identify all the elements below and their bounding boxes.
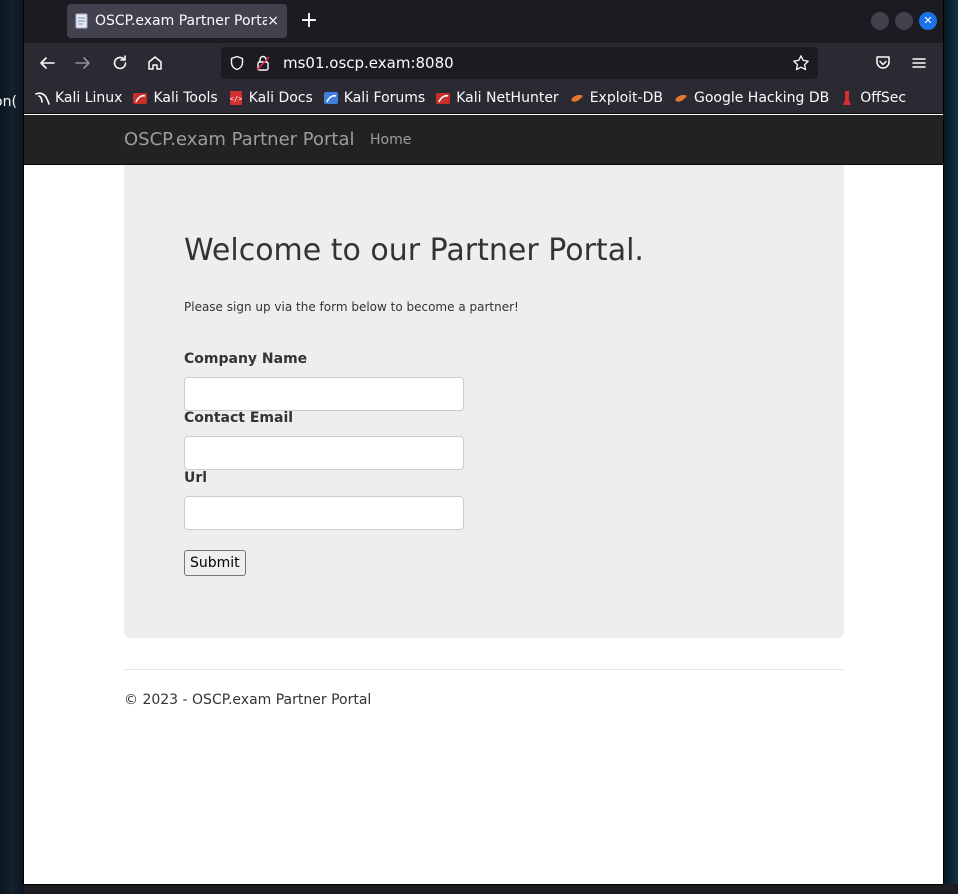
bookmark-label: Kali NetHunter	[456, 90, 559, 106]
document-icon	[75, 13, 89, 29]
page-content: OSCP.exam Partner Portal Home Welcome to…	[24, 115, 943, 884]
kali-nethunter-icon	[435, 90, 451, 106]
contact-email-input[interactable]	[184, 436, 464, 470]
bookmark-label: Kali Forums	[343, 90, 426, 106]
desktop-window-fragment: on(	[0, 94, 17, 110]
bookmark-label: Kali Docs	[248, 90, 313, 106]
kali-forums-icon	[323, 90, 339, 106]
desktop-taskbar	[24, 884, 958, 894]
company-name-label: Company Name	[184, 351, 308, 367]
url-label: Url	[184, 470, 208, 486]
bookmark-label: Kali Linux	[55, 90, 123, 106]
url-input[interactable]	[184, 496, 464, 530]
kali-dragon-icon	[34, 90, 50, 106]
forward-button[interactable]	[69, 49, 97, 77]
tab-active[interactable]: OSCP.exam Partner Portal ×	[67, 4, 287, 38]
url-text[interactable]: ms01.oscp.exam:8080	[283, 47, 454, 79]
window-minimize-button[interactable]	[871, 12, 889, 30]
insecure-lock-icon[interactable]	[255, 54, 271, 76]
ghdb-icon	[673, 90, 689, 106]
app-menu-button[interactable]	[905, 49, 933, 77]
bookmark-exploit-db[interactable]: Exploit-DB	[569, 90, 663, 106]
welcome-panel: Welcome to our Partner Portal. Please si…	[124, 165, 844, 638]
url-bar[interactable]: ms01.oscp.exam:8080	[221, 47, 818, 79]
kali-docs-icon: </>	[228, 90, 244, 106]
footer-copyright: © 2023 - OSCP.exam Partner Portal	[124, 692, 372, 708]
contact-email-label: Contact Email	[184, 410, 294, 426]
browser-window: OSCP.exam Partner Portal × + ms01.o	[24, 0, 943, 884]
bookmark-label: Kali Tools	[153, 90, 218, 106]
page-title: Welcome to our Partner Portal.	[184, 233, 644, 268]
bookmark-kali-nethunter[interactable]: Kali NetHunter	[435, 90, 559, 106]
bookmark-google-hacking-db[interactable]: Google Hacking DB	[673, 90, 829, 106]
arrow-left-icon	[40, 57, 55, 69]
tab-close-icon[interactable]: ×	[267, 13, 279, 29]
window-close-button[interactable]	[919, 12, 937, 30]
tab-title: OSCP.exam Partner Portal	[95, 13, 267, 29]
offsec-icon	[839, 90, 855, 106]
nav-home-link[interactable]: Home	[370, 115, 411, 165]
site-navbar: OSCP.exam Partner Portal Home	[24, 115, 943, 165]
bookmark-label: Exploit-DB	[589, 90, 663, 106]
pocket-button[interactable]	[869, 49, 897, 77]
reload-icon	[113, 55, 127, 70]
window-maximize-button[interactable]	[895, 12, 913, 30]
reload-button[interactable]	[106, 49, 134, 77]
arrow-right-icon	[75, 57, 90, 69]
bookmark-kali-linux[interactable]: Kali Linux	[34, 90, 122, 106]
site-brand-link[interactable]: OSCP.exam Partner Portal	[124, 115, 354, 165]
back-button[interactable]	[33, 49, 61, 77]
home-icon	[148, 56, 162, 70]
pocket-icon	[876, 56, 890, 69]
shield-icon[interactable]	[229, 55, 245, 75]
submit-button[interactable]: Submit	[184, 550, 246, 576]
intro-text: Please sign up via the form below to bec…	[184, 300, 519, 314]
bookmark-label: OffSec	[860, 90, 907, 106]
navigation-toolbar: ms01.oscp.exam:8080	[24, 43, 943, 83]
svg-text:</>: </>	[229, 95, 242, 103]
bookmark-offsec[interactable]: OffSec	[839, 90, 906, 106]
bookmark-kali-forums[interactable]: Kali Forums	[323, 90, 425, 106]
bookmark-label: Google Hacking DB	[693, 90, 830, 106]
exploit-db-icon	[569, 90, 585, 106]
bookmark-kali-tools[interactable]: Kali Tools	[132, 90, 218, 106]
bookmark-star-icon[interactable]	[792, 54, 810, 76]
bookmarks-toolbar: Kali Linux Kali Tools </> Kali Docs Kali…	[24, 83, 943, 114]
new-tab-button[interactable]: +	[296, 8, 322, 34]
company-name-input[interactable]	[184, 377, 464, 411]
footer-divider	[124, 669, 844, 670]
tab-bar: OSCP.exam Partner Portal × +	[24, 0, 943, 43]
home-button[interactable]	[141, 49, 169, 77]
hamburger-menu-icon	[912, 58, 926, 68]
kali-tools-icon	[132, 90, 148, 106]
bookmark-kali-docs[interactable]: </> Kali Docs	[228, 90, 313, 106]
